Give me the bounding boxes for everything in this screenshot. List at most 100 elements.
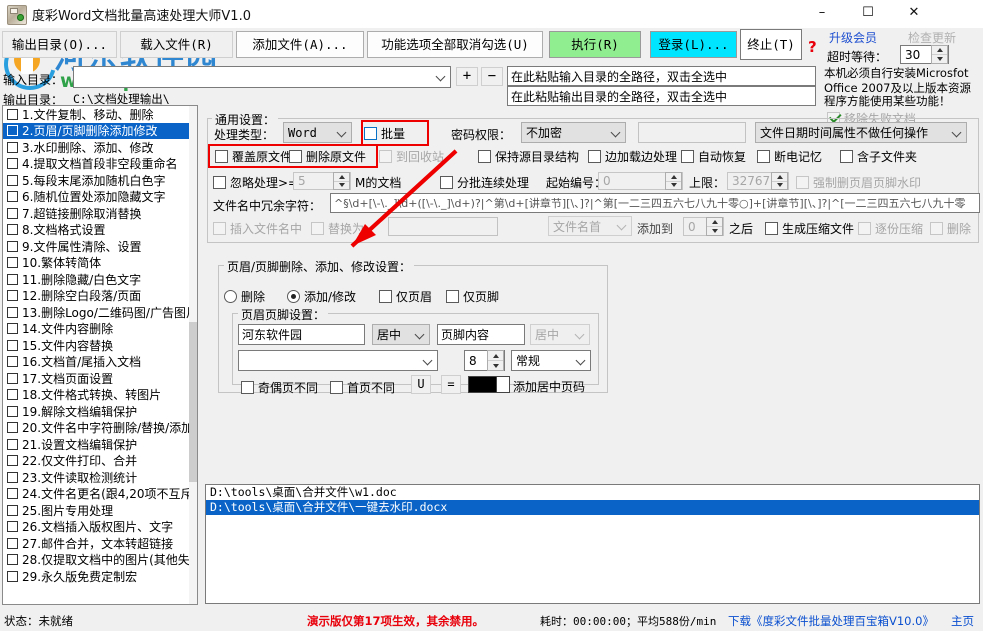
checkbox-box[interactable]	[7, 125, 18, 137]
check-update-link[interactable]: 检查更新	[908, 29, 956, 46]
limit-spinner[interactable]	[771, 172, 788, 190]
sidebar-scrollbar[interactable]	[189, 106, 197, 604]
font-size-spinner[interactable]	[487, 350, 504, 371]
font-style-combo[interactable]: 常规	[511, 350, 591, 371]
timeout-spin-up[interactable]	[932, 46, 947, 54]
sidebar-item-6[interactable]: 6.随机位置处添加隐藏文字	[3, 189, 197, 206]
sidebar-item-21[interactable]: 21.设置文档编辑保护	[3, 436, 197, 453]
sidebar-item-15[interactable]: 15.文件内容替换	[3, 337, 197, 354]
sidebar-item-4[interactable]: 4.提取文档首段非空段重命名	[3, 156, 197, 173]
sidebar-item-8[interactable]: 8.文档格式设置	[3, 222, 197, 239]
radio-add-modify[interactable]: 添加/修改	[287, 288, 356, 305]
fontsize-spin-up[interactable]	[488, 351, 503, 360]
addto-spin-up[interactable]	[707, 218, 722, 226]
only-footer-checkbox[interactable]: 仅页脚	[446, 288, 499, 305]
ignore-spin-down[interactable]	[334, 180, 349, 190]
keep-structure-checkbox[interactable]: 保持源目录结构	[478, 148, 579, 165]
function-list[interactable]: 1.文件复制、移动、删除 2.页眉/页脚删除添加修改 3.水印删除、添加、修改 4.提…	[2, 105, 198, 605]
limit-spin-up[interactable]	[772, 173, 787, 181]
checkbox-box[interactable]	[7, 141, 18, 153]
sidebar-item-11[interactable]: 11.删除隐藏/白色文字	[3, 271, 197, 288]
checkbox-box[interactable]	[7, 570, 18, 582]
sidebar-item-20[interactable]: 20.文件名中字符删除/替换/添加	[3, 420, 197, 437]
checkbox-box[interactable]	[7, 537, 18, 549]
process-type-combo[interactable]: Word	[283, 122, 352, 143]
batch-continuous-checkbox[interactable]: 分批连续处理	[440, 174, 529, 191]
stop-button[interactable]: 终止(T)	[740, 29, 802, 60]
login-button[interactable]: 登录(L)...	[650, 31, 737, 58]
equals-button[interactable]: =	[441, 375, 461, 394]
checkbox-box[interactable]	[7, 554, 18, 566]
footer-text-field[interactable]: 页脚内容	[437, 324, 525, 345]
limit-spin-down[interactable]	[772, 180, 787, 190]
checkbox-box[interactable]	[7, 455, 18, 467]
insert-position-combo[interactable]: 文件名首	[548, 216, 632, 236]
start-spin-down[interactable]	[666, 180, 681, 190]
add-center-pagenum-label[interactable]: 添加居中页码	[513, 378, 585, 395]
input-dir-combo[interactable]	[73, 66, 451, 88]
auto-restore-checkbox[interactable]: 自动恢复	[681, 148, 746, 165]
checkbox-box[interactable]	[7, 108, 18, 120]
font-size-input[interactable]: 8	[464, 350, 505, 371]
delete-original-checkbox[interactable]: 删除原文件	[289, 148, 366, 165]
delete-checkbox[interactable]: 删除	[930, 220, 971, 237]
font-color-swatch[interactable]	[468, 376, 498, 393]
checkbox-box[interactable]	[7, 488, 18, 500]
add-file-button[interactable]: 添加文件(A)...	[236, 31, 364, 58]
checkbox-box[interactable]	[7, 290, 18, 302]
ignore-size-input[interactable]: 5	[293, 172, 351, 190]
sidebar-item-28[interactable]: 28.仅提取文档中的图片(其他失效	[3, 552, 197, 569]
sidebar-scroll-thumb[interactable]	[189, 322, 197, 482]
checkbox-box[interactable]	[7, 422, 18, 434]
checkbox-box[interactable]	[7, 240, 18, 252]
sidebar-item-18[interactable]: 18.文件格式转换、转图片	[3, 387, 197, 404]
help-icon[interactable]: ?	[808, 38, 817, 56]
sidebar-item-24[interactable]: 24.文件名更名(跟4,20项不互斥）	[3, 486, 197, 503]
load-while-process-checkbox[interactable]: 边加载边处理	[588, 148, 677, 165]
checkbox-box[interactable]	[7, 389, 18, 401]
sidebar-item-1[interactable]: 1.文件复制、移动、删除	[3, 106, 197, 123]
include-subfolder-checkbox[interactable]: 含子文件夹	[840, 148, 917, 165]
sidebar-item-12[interactable]: 12.删除空白段落/页面	[3, 288, 197, 305]
minimize-button[interactable]: –	[799, 0, 845, 28]
checkbox-box[interactable]	[7, 191, 18, 203]
addto-spin-down[interactable]	[707, 226, 722, 235]
header-text-field[interactable]: 河东软件园	[238, 324, 365, 345]
paste-output-path-field[interactable]: 在此粘贴输出目录的全路径，双击全选中	[507, 86, 816, 106]
redundant-chars-field[interactable]: ^§\d+[\-\._]\d+([\-\._]\d+)?|^第\d+[讲章节][…	[330, 193, 980, 213]
add-to-spinner[interactable]	[706, 217, 723, 236]
run-button[interactable]: 执行(R)	[549, 31, 641, 58]
underline-button[interactable]: U	[411, 375, 431, 394]
sidebar-item-2[interactable]: 2.页眉/页脚删除添加修改	[3, 122, 197, 139]
header-align-combo[interactable]: 居中	[372, 324, 430, 345]
remove-dir-button[interactable]: −	[481, 67, 503, 86]
overwrite-original-checkbox[interactable]: 覆盖原文件	[215, 148, 292, 165]
checkbox-box[interactable]	[7, 405, 18, 417]
sidebar-item-17[interactable]: 17.文档页面设置	[3, 370, 197, 387]
status-home-link[interactable]: 主页	[951, 613, 974, 629]
make-zip-checkbox[interactable]: 生成压缩文件	[765, 220, 854, 237]
password-combo[interactable]: 不加密	[521, 122, 626, 143]
paste-input-path-field[interactable]: 在此粘贴输入目录的全路径，双击全选中	[507, 66, 816, 86]
checkbox-box[interactable]	[7, 158, 18, 170]
only-header-checkbox[interactable]: 仅页眉	[379, 288, 432, 305]
odd-even-different-checkbox[interactable]: 奇偶页不同	[241, 379, 318, 396]
checkbox-box[interactable]	[7, 257, 18, 269]
power-memory-checkbox[interactable]: 断电记忆	[757, 148, 822, 165]
checkbox-box[interactable]	[7, 356, 18, 368]
sidebar-item-14[interactable]: 14.文件内容删除	[3, 321, 197, 338]
fontsize-spin-down[interactable]	[488, 360, 503, 370]
each-zip-checkbox[interactable]: 逐份压缩	[858, 220, 923, 237]
checkbox-box[interactable]	[7, 224, 18, 236]
add-dir-button[interactable]: +	[456, 67, 478, 86]
force-delete-watermark-checkbox[interactable]: 强制删页眉页脚水印	[796, 174, 921, 191]
password-field[interactable]	[638, 122, 746, 143]
maximize-button[interactable]: ☐	[845, 0, 891, 28]
timeout-spin-down[interactable]	[932, 54, 947, 63]
checkbox-box[interactable]	[7, 273, 18, 285]
sidebar-item-5[interactable]: 5.每段末尾添加随机白色字	[3, 172, 197, 189]
radio-delete[interactable]: 删除	[224, 288, 265, 305]
insert-into-filename-checkbox[interactable]: 插入文件名中	[213, 220, 302, 237]
ignore-spin-up[interactable]	[334, 173, 349, 181]
sidebar-item-25[interactable]: 25.图片专用处理	[3, 502, 197, 519]
